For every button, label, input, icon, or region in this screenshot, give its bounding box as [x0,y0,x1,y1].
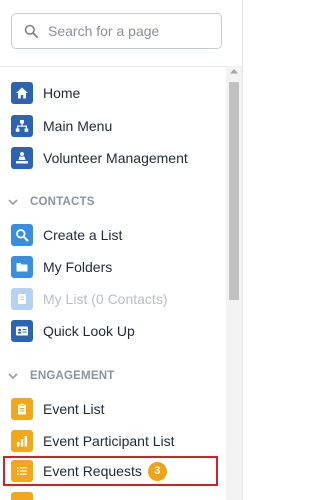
sidebar-nav: Home Main Menu Volunteer Management CONT… [0,0,243,500]
nav-item-my-list: My List (0 Contacts) [0,284,222,314]
search-icon [24,24,38,38]
nav-item-event-list[interactable]: Event List [0,394,222,424]
nav-item-create-a-list[interactable]: Create a List [0,220,222,250]
list-icon [11,460,33,482]
nav-item-label: Volunteer Management [43,150,188,166]
nav-item-event-requests[interactable]: Event Requests 3 [0,456,222,486]
nav-item-label: Quick Look Up [43,323,135,339]
search-input[interactable] [48,23,208,39]
section-header-contacts[interactable]: CONTACTS [0,192,222,212]
scrollbar-thumb[interactable] [229,82,239,300]
chevron-down-icon [8,197,18,207]
nav-item-label: My List (0 Contacts) [43,291,168,307]
nav-item-label: Create a List [43,227,123,243]
scroll-up-arrow-icon[interactable] [226,68,242,78]
home-icon [11,82,33,104]
divider [0,66,242,67]
nav-item-quick-look-up[interactable]: Quick Look Up [0,316,222,346]
nav-item-label: Event Requests [43,463,142,479]
section-title: ENGAGEMENT [30,370,115,382]
next-item-icon-peek [11,492,33,500]
nav-item-label: Event List [43,401,105,417]
search-icon [11,224,33,246]
clipboard-icon [11,398,33,420]
nav-item-label: Event Participant List [43,433,175,449]
list-document-icon [11,288,33,310]
count-badge: 3 [147,461,167,481]
section-title: CONTACTS [30,196,95,208]
section-header-engagement[interactable]: ENGAGEMENT [0,366,222,386]
nav-item-label: Home [43,85,81,101]
nav-item-my-folders[interactable]: My Folders [0,252,222,282]
sitemap-icon [11,115,33,137]
nav-item-label: Main Menu [43,118,113,134]
folder-icon [11,256,33,278]
nav-item-volunteer-management[interactable]: Volunteer Management [0,143,222,173]
nav-item-home[interactable]: Home [0,78,222,108]
nav-item-main-menu[interactable]: Main Menu [0,111,222,141]
nav-item-label: My Folders [43,259,113,275]
nav-item-event-participant-list[interactable]: Event Participant List [0,426,222,456]
search-box[interactable] [11,13,222,49]
volunteer-icon [11,147,33,169]
contact-card-icon [11,320,33,342]
scrollbar[interactable] [226,66,242,500]
bar-chart-icon [11,430,33,452]
chevron-down-icon [8,371,18,381]
